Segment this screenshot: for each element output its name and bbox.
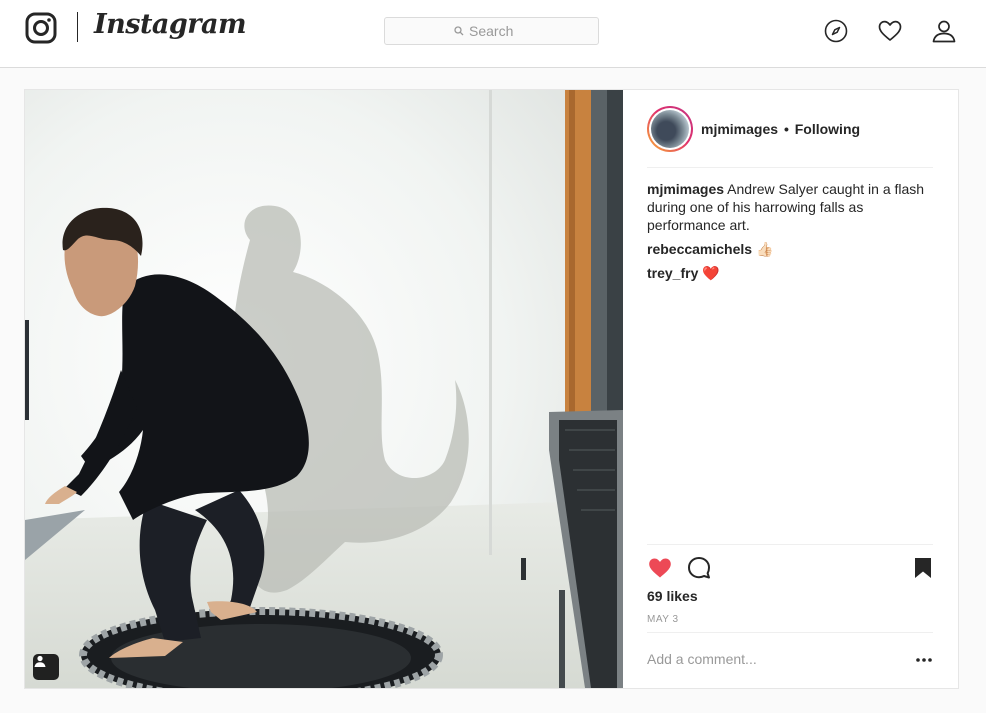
avatar[interactable] — [647, 106, 693, 152]
avatar-image — [651, 110, 689, 148]
comment-username[interactable]: trey_fry — [647, 265, 698, 281]
profile-icon[interactable] — [931, 18, 957, 44]
post-sidebar: mjmimages • Following mjmimages Andrew S… — [623, 90, 959, 688]
bookmark-icon[interactable] — [910, 555, 936, 581]
actions-divider — [647, 544, 933, 546]
instagram-glyph-icon[interactable] — [25, 12, 57, 44]
nav-divider — [77, 12, 78, 42]
user-tag-icon — [34, 655, 46, 667]
comment-item: trey_fry ❤️ — [647, 264, 937, 282]
caption-username[interactable]: mjmimages — [647, 181, 724, 197]
comment-input[interactable] — [647, 651, 887, 667]
tagged-people-button[interactable] — [33, 654, 59, 680]
header-separator: • — [783, 121, 789, 137]
post-date[interactable]: MAY 3 — [647, 614, 679, 625]
search-icon — [454, 26, 464, 36]
caption: mjmimages Andrew Salyer caught in a flas… — [647, 180, 937, 234]
search-input[interactable] — [469, 23, 529, 39]
photo-illustration — [25, 90, 623, 688]
post-header-text: mjmimages • Following — [701, 121, 860, 137]
comment-username[interactable]: rebeccamichels — [647, 241, 752, 257]
post-header: mjmimages • Following — [647, 104, 933, 168]
comment-text: ❤️ — [702, 265, 720, 281]
heart-icon[interactable] — [877, 18, 903, 44]
post-card: mjmimages • Following mjmimages Andrew S… — [24, 89, 959, 689]
comment-icon[interactable] — [686, 555, 712, 581]
instagram-wordmark[interactable]: Instagram — [94, 9, 247, 40]
comment-list: mjmimages Andrew Salyer caught in a flas… — [647, 180, 937, 288]
more-options-icon[interactable] — [915, 653, 933, 667]
post-username[interactable]: mjmimages — [701, 121, 778, 137]
post-photo[interactable] — [25, 90, 623, 688]
compass-icon[interactable] — [823, 18, 849, 44]
search-box[interactable] — [384, 17, 599, 45]
following-button[interactable]: Following — [795, 121, 860, 137]
top-nav: Instagram — [0, 0, 986, 68]
likes-count[interactable]: 69 likes — [647, 588, 698, 604]
comment-item: rebeccamichels 👍🏻 — [647, 240, 937, 258]
comment-text: 👍🏻 — [755, 241, 774, 257]
like-heart-icon[interactable] — [647, 555, 673, 581]
comment-box — [647, 632, 933, 688]
